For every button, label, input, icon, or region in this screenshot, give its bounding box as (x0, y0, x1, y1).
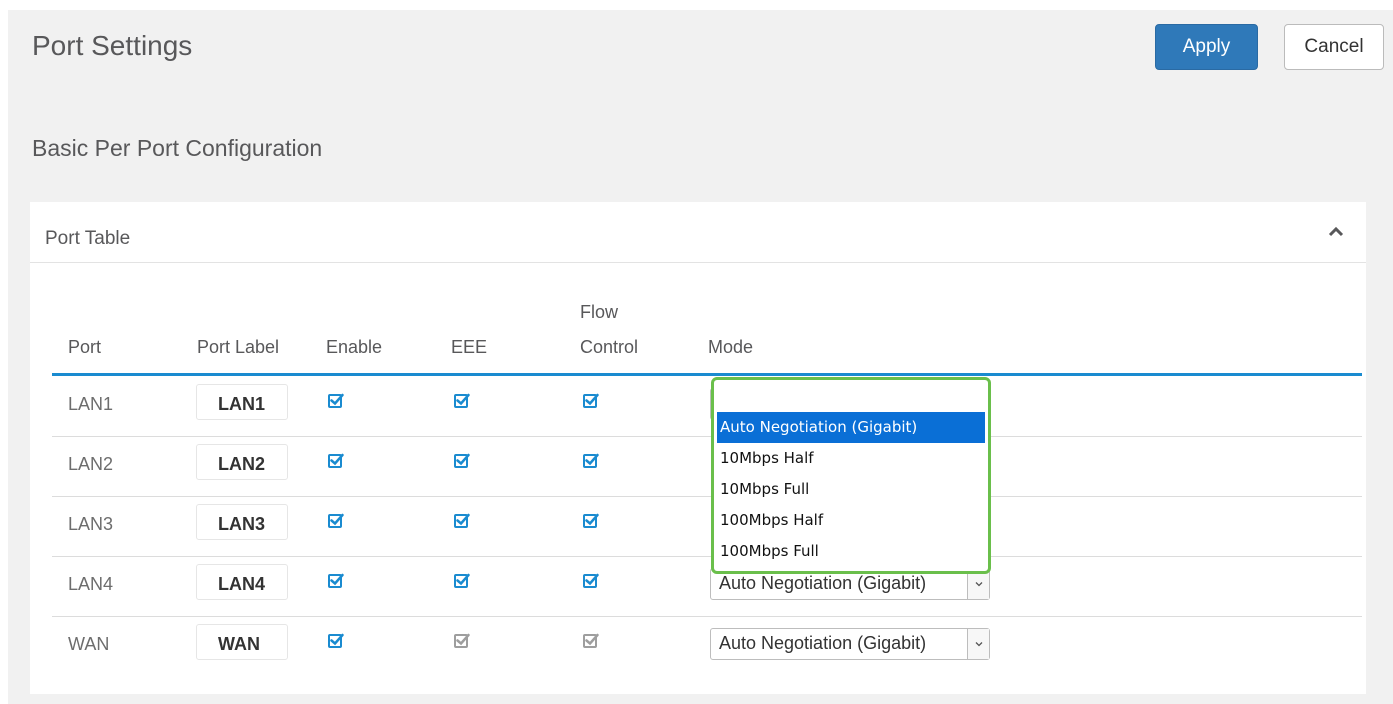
port-name: WAN (68, 634, 110, 654)
mode-select-value: Auto Negotiation (Gigabit) (719, 573, 927, 593)
panel-divider (30, 262, 1366, 263)
col-header-mode: Mode (708, 337, 754, 357)
col-header-enable: Enable (326, 337, 383, 357)
eee-checkbox-icon[interactable] (454, 512, 470, 528)
enable-checkbox-icon[interactable] (328, 452, 344, 468)
enable-checkbox-icon[interactable] (328, 632, 344, 648)
col-header-flow-line1: Flow (580, 302, 619, 322)
apply-button[interactable]: Apply (1155, 24, 1258, 70)
chevron-up-icon[interactable] (1328, 224, 1344, 240)
eee-checkbox-icon[interactable] (454, 452, 470, 468)
flow-control-checkbox-icon[interactable] (583, 512, 599, 528)
flow-control-checkbox-icon[interactable] (583, 392, 599, 408)
eee-checkbox-icon[interactable] (454, 632, 470, 648)
col-header-eee: EEE (451, 337, 488, 357)
col-header-flow-control: Flow Control (580, 300, 638, 359)
chevron-down-icon[interactable] (967, 629, 989, 659)
dropdown-option[interactable]: 10Mbps Full (717, 474, 985, 505)
col-header-port-label: Port Label (197, 337, 280, 357)
dropdown-option[interactable]: 100Mbps Half (717, 505, 985, 536)
flow-control-checkbox-icon[interactable] (583, 572, 599, 588)
dropdown-option[interactable]: 10Mbps Half (717, 443, 985, 474)
section-title: Basic Per Port Configuration (32, 135, 323, 161)
enable-checkbox-icon[interactable] (328, 392, 344, 408)
table-row: WAN WAN Auto Negotiation (Gigabit) (52, 616, 1362, 676)
port-label-value: LAN3 (218, 514, 266, 534)
eee-checkbox-icon[interactable] (454, 572, 470, 588)
table-row: LAN1LAN1Auto Negotiation (Gigabit) (52, 376, 1362, 437)
page-title: Port Settings (32, 30, 193, 61)
table-row: LAN4 LAN4 Auto Negotiation (Gigabit) (52, 556, 1362, 617)
table-row: LAN2 LAN2 (52, 436, 1362, 497)
page-container: Port Settings Apply Cancel Basic Per Por… (8, 10, 1393, 704)
port-name: LAN3 (68, 514, 114, 534)
port-name: LAN2 (68, 454, 114, 474)
mode-dropdown-list[interactable]: Auto Negotiation (Gigabit) 10Mbps Half 1… (711, 377, 991, 574)
enable-checkbox-icon[interactable] (328, 572, 344, 588)
mode-select-value: Auto Negotiation (Gigabit) (719, 633, 927, 653)
port-name: LAN1 (68, 394, 114, 414)
col-header-port: Port (68, 337, 102, 357)
eee-checkbox-icon[interactable] (454, 392, 470, 408)
port-label-value: LAN4 (218, 574, 266, 594)
dropdown-option[interactable]: 100Mbps Full (717, 536, 985, 567)
port-label-value: WAN (218, 634, 260, 654)
port-label-value: LAN2 (218, 454, 266, 474)
flow-control-checkbox-icon[interactable] (583, 632, 599, 648)
table-row: LAN3 LAN3 (52, 496, 1362, 557)
port-label-value: LAN1 (218, 394, 266, 414)
mode-select[interactable]: Auto Negotiation (Gigabit) (710, 628, 990, 660)
flow-control-checkbox-icon[interactable] (583, 452, 599, 468)
col-header-flow-line2: Control (580, 337, 639, 357)
port-name: LAN4 (68, 574, 114, 594)
dropdown-option[interactable]: Auto Negotiation (Gigabit) (717, 412, 985, 443)
cancel-button[interactable]: Cancel (1284, 24, 1384, 70)
enable-checkbox-icon[interactable] (328, 512, 344, 528)
panel-title: Port Table (45, 228, 131, 249)
port-table-panel: Port Table Port Port Label Enable EEE Fl… (30, 202, 1366, 694)
